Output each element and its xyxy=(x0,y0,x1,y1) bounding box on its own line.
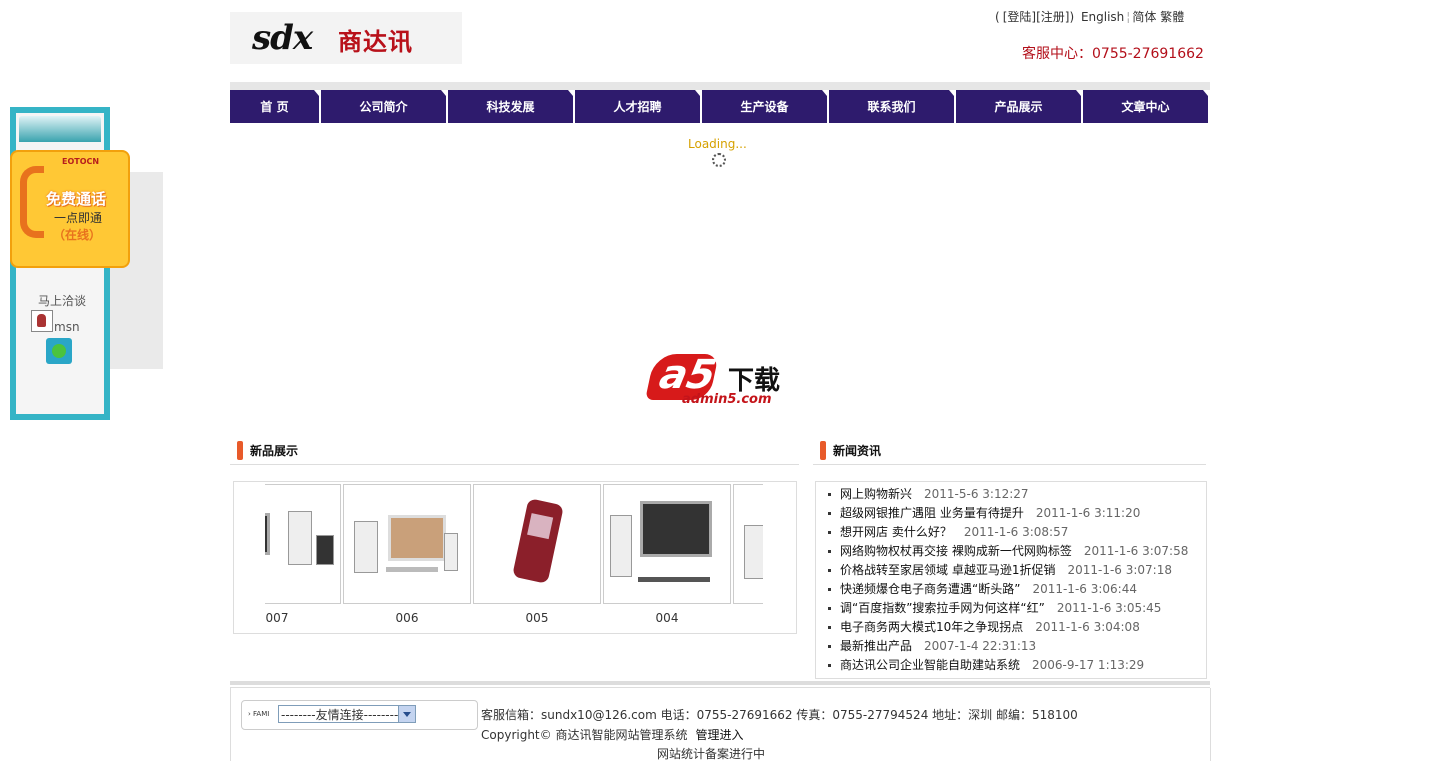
nav-articles[interactable]: 文章中心 xyxy=(1083,90,1208,123)
product-card[interactable]: 004 xyxy=(603,484,731,625)
nav-jobs[interactable]: 人才招聘 xyxy=(575,90,700,123)
site-stats-link[interactable]: 网站统计 xyxy=(657,747,705,761)
hotline: 客服中心：0755-27691662 xyxy=(1022,46,1204,62)
section-marker xyxy=(820,441,826,460)
msn-label[interactable]: msn xyxy=(54,320,80,334)
free-call-title: 免费通话 xyxy=(46,190,107,208)
news-date: 2011-1-6 3:06:44 xyxy=(1032,582,1137,596)
news-title[interactable]: 最新推出产品 xyxy=(840,639,912,653)
main-nav: 首 页 公司简介 科技发展 人才招聘 生产设备 联系我们 产品展示 文章中心 xyxy=(230,90,1210,123)
news-item[interactable]: 商达讯公司企业智能自助建站系统 2006-9-17 1:13:29 xyxy=(828,656,1188,675)
product-card[interactable]: 006 xyxy=(343,484,471,625)
news-date: 2011-1-6 3:07:18 xyxy=(1067,563,1172,577)
news-item[interactable]: 快递频爆仓电子商务遭遇“断头路” 2011-1-6 3:06:44 xyxy=(828,580,1188,599)
news-title[interactable]: 想开网店 卖什么好？ xyxy=(840,525,952,539)
english-link[interactable]: English xyxy=(1081,10,1124,24)
news-item[interactable]: 想开网店 卖什么好？ 2011-1-6 3:08:57 xyxy=(828,523,1188,542)
top-links: ([登陆][注册]) English ¦ 简体 繁體 xyxy=(995,10,1185,24)
news-date: 2011-1-6 3:05:45 xyxy=(1056,601,1162,615)
product-image[interactable] xyxy=(473,484,601,604)
news-item[interactable]: 网络购物权杖再交接 裸购成新一代网购标签 2011-1-6 3:07:58 xyxy=(828,542,1188,561)
logo-latin: sdx xyxy=(252,18,313,58)
footer-stats: 网站统计备案进行中 xyxy=(657,745,765,762)
news-title[interactable]: 商达讯公司企业智能自助建站系统 xyxy=(840,658,1020,672)
news-date: 2011-1-6 3:07:58 xyxy=(1083,544,1189,558)
icp-status: 备案进行中 xyxy=(705,747,766,761)
logo-cn: 商达讯 xyxy=(338,28,413,56)
news-item[interactable]: 网上购物新兴 2011-5-6 3:12:27 xyxy=(828,485,1188,504)
news-date: 2006-9-17 1:13:29 xyxy=(1032,658,1145,672)
product-image[interactable] xyxy=(603,484,731,604)
news-item[interactable]: 调“百度指数”搜索拉手网为何这样“红” 2011-1-6 3:05:45 xyxy=(828,599,1188,618)
traditional-link[interactable]: 繁體 xyxy=(1160,10,1184,24)
friend-links-prefix: › FAMI xyxy=(248,710,270,718)
news-title[interactable]: 调“百度指数”搜索拉手网为何这样“红” xyxy=(840,601,1045,615)
footer-copyright: Copyright© 商达讯智能网站管理系统 管理进入 xyxy=(481,728,744,742)
news-title[interactable]: 网上购物新兴 xyxy=(840,487,912,501)
news-list-box: 网上购物新兴 2011-5-6 3:12:27 超级网银推广遇阻 业务量有待提升 2… xyxy=(815,481,1207,679)
free-call-subtitle: 一点即通 xyxy=(54,211,103,225)
news-item[interactable]: 价格战转至家居领域 卓越亚马逊1折促销 2011-1-6 3:07:18 xyxy=(828,561,1188,580)
news-date: 2011-1-6 3:11:20 xyxy=(1035,506,1141,520)
news-title[interactable]: 网络购物权杖再交接 裸购成新一代网购标签 xyxy=(840,544,1072,558)
news-date: 2011-1-6 3:08:57 xyxy=(963,525,1069,539)
nav-products[interactable]: 产品展示 xyxy=(956,90,1081,123)
register-link[interactable]: [注册] xyxy=(1036,10,1069,24)
nav-top-strip xyxy=(230,82,1210,90)
product-image[interactable] xyxy=(265,484,341,604)
news-item[interactable]: 最新推出产品 2007-1-4 22:31:13 xyxy=(828,637,1188,656)
product-image[interactable] xyxy=(733,484,763,604)
footer-contact-info: 客服信箱：sundx10@126.com 电话：0755-27691662 传真… xyxy=(481,708,1078,722)
news-item[interactable]: 电子商务两大模式10年之争现拐点 2011-1-6 3:04:08 xyxy=(828,618,1188,637)
news-item[interactable]: 超级网银推广遇阻 业务量有待提升 2011-1-6 3:11:20 xyxy=(828,504,1188,523)
free-call-button[interactable]: EOTOCN 免费通话 一点即通 （在线） xyxy=(10,150,130,268)
news-date: 2011-5-6 3:12:27 xyxy=(924,487,1029,501)
free-call-brand: EOTOCN xyxy=(62,157,100,166)
nav-home[interactable]: 首 页 xyxy=(230,90,319,123)
products-carousel: 007 006 005 004 xyxy=(233,481,797,634)
admin-login-link[interactable]: 管理进入 xyxy=(695,728,743,742)
news-list: 网上购物新兴 2011-5-6 3:12:27 超级网银推广遇阻 业务量有待提升 2… xyxy=(828,485,1188,675)
chevron-down-icon[interactable] xyxy=(398,706,415,722)
a5-url: admin5.com xyxy=(682,392,772,407)
nav-equipment[interactable]: 生产设备 xyxy=(702,90,827,123)
news-title[interactable]: 快递频爆仓电子商务遭遇“断头路” xyxy=(840,582,1020,596)
loading-spinner-icon xyxy=(712,153,726,167)
talk-now-label: 马上洽谈 xyxy=(38,294,87,308)
footer-divider xyxy=(230,681,1210,685)
product-caption[interactable]: 006 xyxy=(343,611,471,625)
phone-handset-icon xyxy=(20,166,44,238)
msn-user-icon[interactable] xyxy=(31,310,53,332)
call-icon[interactable] xyxy=(46,338,72,364)
loading-text: Loading... xyxy=(688,137,747,151)
site-logo[interactable]: sdx 商达讯 xyxy=(230,12,462,64)
free-call-status: （在线） xyxy=(53,228,102,242)
simplified-link[interactable]: 简体 xyxy=(1132,10,1156,24)
product-image[interactable] xyxy=(343,484,471,604)
friend-links-box: › FAMI --------友情连接-------- xyxy=(241,700,478,730)
news-title[interactable]: 超级网银推广遇阻 业务量有待提升 xyxy=(840,506,1024,520)
news-section-header: 新闻资讯 xyxy=(813,436,1206,465)
product-caption[interactable]: 007 xyxy=(265,611,341,625)
news-title[interactable]: 价格战转至家居领域 卓越亚马逊1折促销 xyxy=(840,563,1055,577)
product-card[interactable] xyxy=(733,484,763,625)
news-section-title: 新闻资讯 xyxy=(833,444,882,458)
login-link[interactable]: [登陆] xyxy=(1003,10,1036,24)
nav-about[interactable]: 公司简介 xyxy=(321,90,446,123)
a5-download-logo[interactable]: a5 下载 admin5.com xyxy=(645,350,798,410)
product-caption[interactable]: 005 xyxy=(473,611,601,625)
nav-tech[interactable]: 科技发展 xyxy=(448,90,573,123)
product-card[interactable]: 007 xyxy=(265,484,341,625)
news-date: 2007-1-4 22:31:13 xyxy=(924,639,1037,653)
products-section-header: 新品展示 xyxy=(230,436,799,465)
product-caption[interactable]: 004 xyxy=(603,611,731,625)
friend-links-select[interactable]: --------友情连接-------- xyxy=(278,705,416,723)
nav-contact[interactable]: 联系我们 xyxy=(829,90,954,123)
product-card[interactable]: 005 xyxy=(473,484,601,625)
products-section-title: 新品展示 xyxy=(250,444,299,458)
widget-header xyxy=(19,116,101,142)
news-title[interactable]: 电子商务两大模式10年之争现拐点 xyxy=(840,620,1023,634)
news-date: 2011-1-6 3:04:08 xyxy=(1035,620,1140,634)
section-marker xyxy=(237,441,243,460)
